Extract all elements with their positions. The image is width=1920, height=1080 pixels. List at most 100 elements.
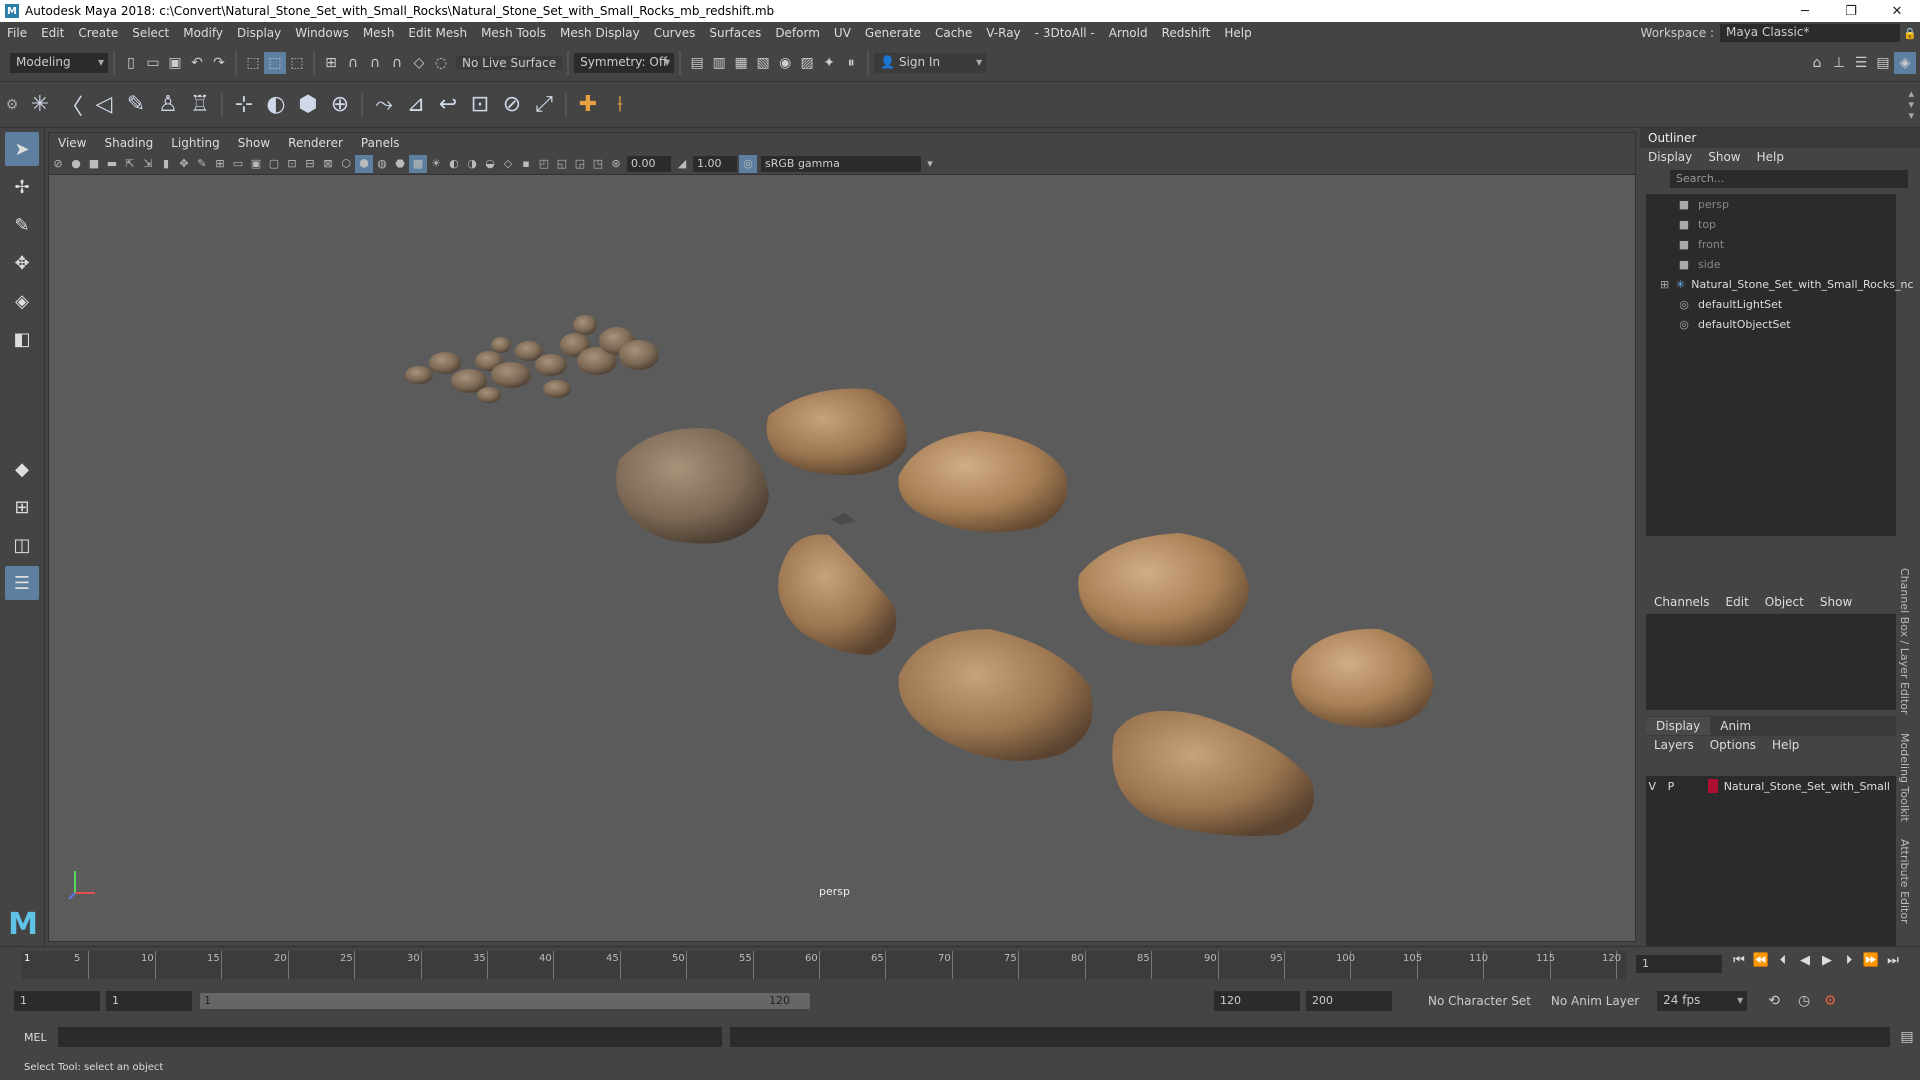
shelf-curve-icon[interactable]: 〈 <box>56 89 88 121</box>
shelf-lattice-icon[interactable]: ⊹ <box>228 89 260 121</box>
layer-name[interactable]: Natural_Stone_Set_with_Small <box>1724 780 1890 793</box>
rotate-tool-icon[interactable]: ◈ <box>5 284 39 318</box>
animation-end-field[interactable]: 200 <box>1306 991 1392 1011</box>
shelf-cube-icon[interactable]: ⬢ <box>292 89 324 121</box>
attribute-editor-side-tab[interactable]: Attribute Editor <box>1898 839 1911 924</box>
menu-edit-mesh[interactable]: Edit Mesh <box>401 26 474 40</box>
shelf-sphere-icon[interactable]: ◐ <box>260 89 292 121</box>
single-view-layout-icon[interactable]: ◆ <box>5 452 39 486</box>
shelf-squash-icon[interactable]: ⊡ <box>464 89 496 121</box>
menu-select[interactable]: Select <box>125 26 176 40</box>
workspace-dropdown[interactable]: Maya Classic* <box>1720 24 1900 42</box>
shelf-joint-icon[interactable]: ✚ <box>572 89 604 121</box>
use-all-lights-icon[interactable]: ☀ <box>427 155 445 173</box>
rock-5[interactable] <box>1078 533 1249 647</box>
depth-of-field-icon[interactable]: ▪ <box>517 155 535 173</box>
outliner-item-default-object-set[interactable]: ◎ defaultObjectSet <box>1646 314 1896 334</box>
symmetry-dropdown[interactable]: Symmetry: Off <box>574 52 675 73</box>
fps-dropdown[interactable]: 24 fps <box>1657 991 1748 1011</box>
film-gate-icon[interactable]: ▭ <box>229 155 247 173</box>
step-forward-key-icon[interactable]: ⏩ <box>1860 953 1882 968</box>
outliner-menu-help[interactable]: Help <box>1749 150 1792 164</box>
isolate-select-icon[interactable]: ◰ <box>535 155 553 173</box>
ipr-render-icon[interactable]: ▦ <box>730 52 752 74</box>
snap-grid-icon[interactable]: ⊞ <box>320 52 342 74</box>
menu-help[interactable]: Help <box>1217 26 1258 40</box>
channels-edit-menu[interactable]: Edit <box>1718 595 1757 609</box>
default-material-icon[interactable]: ◍ <box>373 155 391 173</box>
rock-2[interactable] <box>766 388 908 476</box>
rock-small-shard[interactable] <box>831 513 855 525</box>
multisample-aa-icon[interactable]: ◇ <box>499 155 517 173</box>
bookmark-icon[interactable]: ■ <box>85 155 103 173</box>
viewport-menu-view[interactable]: View <box>49 136 95 150</box>
viewport-menu-panels[interactable]: Panels <box>352 136 409 150</box>
frame-selected-icon[interactable]: ⇲ <box>139 155 157 173</box>
layers-menu[interactable]: Layers <box>1646 738 1702 752</box>
expand-icon[interactable]: ⊞ <box>1660 278 1669 291</box>
rock-8[interactable] <box>1112 710 1314 836</box>
view-transform-dropdown[interactable]: sRGB gamma <box>761 155 921 172</box>
outliner-item-default-light-set[interactable]: ◎ defaultLightSet <box>1646 294 1896 314</box>
anim-prefs-icon[interactable]: ⚙ <box>1819 990 1841 1012</box>
mode-dropdown[interactable]: Modeling <box>10 52 108 73</box>
layers-options-menu[interactable]: Options <box>1702 738 1764 752</box>
range-slider[interactable]: 1 120 <box>200 993 810 1009</box>
motion-blur-icon[interactable]: ◒ <box>481 155 499 173</box>
menu-curves[interactable]: Curves <box>647 26 703 40</box>
shelf-ik-icon[interactable]: ⟊ <box>604 89 636 121</box>
rock-6[interactable] <box>898 629 1093 761</box>
channel-box-icon[interactable]: ▤ <box>1872 52 1894 74</box>
gamma-field[interactable]: 1.00 <box>693 155 737 172</box>
menu-mesh[interactable]: Mesh <box>356 26 402 40</box>
shelf-wave-icon[interactable]: ⊘ <box>496 89 528 121</box>
screen-space-ao-icon[interactable]: ◑ <box>463 155 481 173</box>
channel-box-side-tab[interactable]: Channel Box / Layer Editor <box>1898 568 1911 715</box>
viewport-menu-show[interactable]: Show <box>229 136 279 150</box>
shelf-bend-icon[interactable]: ⤳ <box>368 89 400 121</box>
select-object-icon[interactable]: ⬚ <box>264 51 286 74</box>
playback-end-field[interactable]: 120 <box>1214 991 1300 1011</box>
render-frame-icon[interactable]: ▥ <box>708 52 730 74</box>
anim-layer-dropdown[interactable]: No Anim Layer <box>1545 994 1645 1008</box>
modeling-toolkit-side-tab[interactable]: Modeling Toolkit <box>1898 733 1911 822</box>
menu-generate[interactable]: Generate <box>858 26 928 40</box>
rock-7[interactable] <box>1291 628 1434 728</box>
hypershade-icon[interactable]: ◉ <box>774 52 796 74</box>
menu-file[interactable]: File <box>0 26 34 40</box>
exposure-icon[interactable]: ⊛ <box>607 155 625 173</box>
camera-lock-icon[interactable]: ● <box>67 155 85 173</box>
render-setup-icon[interactable]: ▨ <box>796 52 818 74</box>
render-view-icon[interactable]: ▤ <box>686 52 708 74</box>
tab-display[interactable]: Display <box>1646 717 1711 735</box>
menu-mesh-tools[interactable]: Mesh Tools <box>474 26 553 40</box>
xray-components-icon[interactable]: ◳ <box>589 155 607 173</box>
shelf-sine-icon[interactable]: ⤢ <box>528 89 560 121</box>
textured-icon[interactable]: ▩ <box>409 154 427 173</box>
select-component-icon[interactable]: ⬚ <box>286 52 308 74</box>
step-back-frame-icon[interactable]: ⏴ <box>1772 953 1794 968</box>
layer-visibility-toggle[interactable]: V <box>1646 780 1659 793</box>
layer-playback-toggle[interactable]: P <box>1665 780 1678 793</box>
go-to-end-icon[interactable]: ⏭ <box>1882 953 1904 968</box>
menu-create[interactable]: Create <box>71 26 125 40</box>
menu-3dtoall[interactable]: - 3DtoAll - <box>1028 26 1102 40</box>
four-view-layout-icon[interactable]: ⊞ <box>5 490 39 524</box>
loop-icon[interactable]: ⟲ <box>1763 990 1785 1012</box>
menu-arnold[interactable]: Arnold <box>1102 26 1155 40</box>
undo-icon[interactable]: ↶ <box>186 52 208 74</box>
move-tool-icon[interactable]: ✥ <box>5 246 39 280</box>
snap-point-icon[interactable]: ∩ <box>364 52 386 74</box>
xray-icon[interactable]: ◱ <box>553 155 571 173</box>
new-scene-icon[interactable]: ▯ <box>120 52 142 74</box>
playback-start-field[interactable]: 1 <box>106 991 192 1011</box>
menu-windows[interactable]: Windows <box>288 26 356 40</box>
save-scene-icon[interactable]: ▣ <box>164 52 186 74</box>
auto-key-icon[interactable]: ◷ <box>1793 990 1815 1012</box>
character-set-dropdown[interactable]: No Character Set <box>1422 994 1537 1008</box>
menu-surfaces[interactable]: Surfaces <box>702 26 768 40</box>
rock-4[interactable] <box>778 534 897 656</box>
play-forward-icon[interactable]: ▶ <box>1816 953 1838 968</box>
shadows-icon[interactable]: ◐ <box>445 155 463 173</box>
safe-action-icon[interactable]: ⊟ <box>301 155 319 173</box>
